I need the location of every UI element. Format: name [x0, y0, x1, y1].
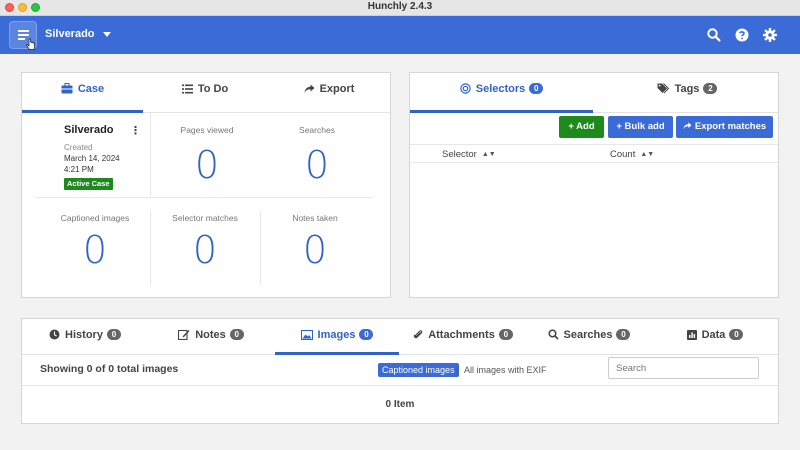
divider [36, 197, 372, 198]
bulk-add-button[interactable]: + Bulk add [608, 116, 673, 138]
column-header-selector[interactable]: Selector ▲▼ [442, 149, 496, 160]
selector-matches-value: 0 [192, 228, 218, 272]
case-panel-tabs: Case To Do Export [22, 73, 390, 113]
divider [410, 162, 778, 163]
tab-searches[interactable]: Searches 0 [526, 319, 652, 355]
divider [150, 113, 151, 197]
list-icon [181, 84, 193, 94]
pointer-cursor-icon [26, 38, 35, 50]
notes-taken-label: Notes taken [292, 213, 338, 223]
tags-icon [657, 83, 669, 94]
searches-value: 0 [304, 143, 330, 187]
selectors-panel-tabs: Selectors 0 Tags 2 [410, 73, 778, 113]
case-created-date: March 14, 2024 [64, 154, 120, 163]
bottom-panel-tabs: History 0 Notes 0 Images 0 Attachments 0 Sea… [22, 319, 778, 355]
case-selector-label: Silverado [45, 28, 95, 40]
notes-taken-value: 0 [302, 228, 328, 272]
tags-count-badge: 2 [703, 83, 718, 94]
item-count-text: 0 Item [385, 399, 415, 410]
app-header: Silverado [0, 16, 800, 54]
selectors-count-badge: 0 [529, 83, 544, 94]
tab-selectors[interactable]: Selectors 0 [410, 73, 593, 113]
window-title: Hunchly 2.4.3 [367, 1, 433, 12]
case-created-label: Created [64, 143, 93, 152]
filter-captioned-images[interactable]: Captioned images [378, 363, 459, 377]
tab-tags[interactable]: Tags 2 [595, 73, 779, 113]
images-search-input[interactable] [608, 357, 759, 379]
paperclip-icon [413, 330, 423, 339]
image-icon [300, 330, 313, 340]
showing-count-text: Showing 0 of 0 total images [40, 363, 179, 375]
captioned-images-value: 0 [82, 228, 108, 272]
chevron-down-icon [102, 31, 111, 37]
selectors-panel: Selectors 0 Tags 2 + Add + Bulk add Export… [409, 72, 779, 298]
search-icon [547, 329, 559, 340]
case-panel: Case To Do Export Silverado ⋮ Created Ma… [21, 72, 391, 298]
target-icon [460, 83, 471, 94]
pages-viewed-label: Pages viewed [180, 125, 234, 135]
status-badge: Active Case [64, 178, 113, 190]
captioned-images-label: Captioned images [60, 213, 130, 223]
tab-todo[interactable]: To Do [145, 73, 265, 113]
chart-icon [686, 330, 697, 340]
window-titlebar: Hunchly 2.4.3 [0, 0, 800, 16]
bottom-panel: History 0 Notes 0 Images 0 Attachments 0 Sea… [21, 318, 779, 424]
filter-all-exif[interactable]: All images with EXIF [460, 363, 551, 377]
tab-export[interactable]: Export [267, 73, 391, 113]
clock-icon [49, 329, 60, 340]
hamburger-icon [18, 30, 29, 32]
tab-notes[interactable]: Notes 0 [148, 319, 274, 355]
divider [22, 385, 778, 386]
tab-case[interactable]: Case [22, 73, 143, 113]
menu-button[interactable] [9, 21, 37, 50]
tab-attachments[interactable]: Attachments 0 [400, 319, 526, 355]
tab-images[interactable]: Images 0 [275, 319, 399, 355]
share-icon [304, 84, 315, 93]
selector-matches-label: Selector matches [172, 213, 238, 223]
briefcase-icon [61, 83, 73, 94]
gear-icon[interactable] [762, 27, 778, 43]
case-created-time: 4:21 PM [64, 165, 94, 174]
search-icon[interactable] [706, 27, 722, 43]
column-header-count[interactable]: Count ▲▼ [610, 149, 654, 160]
divider [410, 144, 778, 145]
case-name: Silverado [64, 124, 114, 136]
sort-icon: ▲▼ [481, 151, 496, 158]
case-selector-dropdown[interactable]: Silverado [45, 28, 111, 40]
sort-icon: ▲▼ [640, 151, 655, 158]
pages-viewed-value: 0 [194, 143, 220, 187]
export-matches-button[interactable]: Export matches [676, 116, 773, 138]
help-icon[interactable] [734, 27, 750, 43]
edit-icon [178, 329, 190, 340]
share-icon [683, 122, 692, 130]
searches-label: Searches [299, 125, 335, 135]
case-options-menu-icon[interactable]: ⋮ [130, 124, 141, 137]
add-selector-button[interactable]: + Add [559, 116, 604, 138]
tab-history[interactable]: History 0 [22, 319, 148, 355]
tab-data[interactable]: Data 0 [652, 319, 778, 355]
